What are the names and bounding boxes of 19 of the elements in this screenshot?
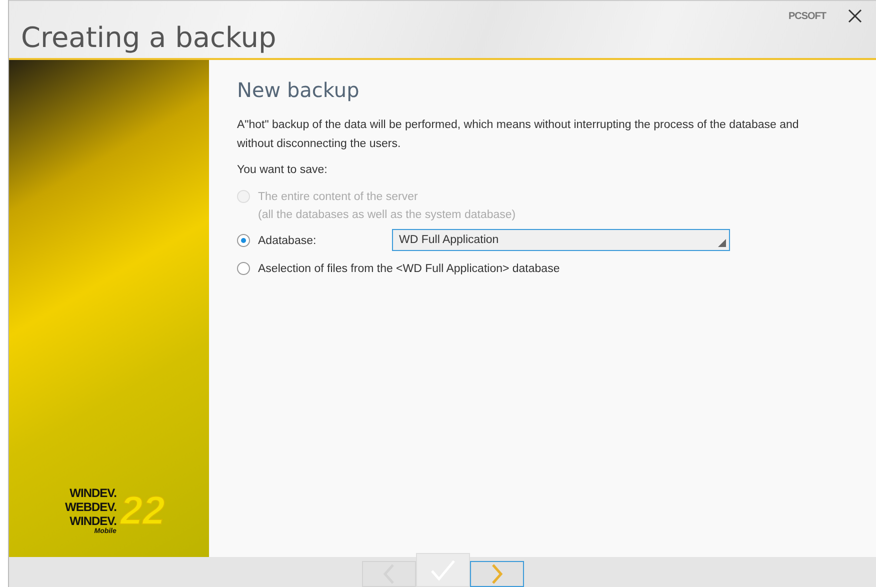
window-title: Creating a backup — [21, 21, 276, 56]
dropdown-arrow-icon — [718, 239, 726, 247]
chevron-right-icon — [490, 564, 502, 584]
option-label: Adatabase: — [258, 234, 318, 249]
prompt-text: You want to save: — [237, 164, 328, 176]
product-name: WINDEV. — [70, 486, 116, 500]
page-heading: New backup — [237, 78, 360, 102]
option-note: (all the databases as well as the system database) — [258, 208, 516, 223]
description-text: A"hot" backup of the data will be performed, which means without interrupting the process of the database and without disconnecting the users. — [237, 118, 800, 152]
product-name: WINDEV. — [70, 514, 116, 528]
database-dropdown[interactable]: WD Full Application — [392, 229, 730, 251]
option-label: Aselection of files from the <WD Full Application> database — [258, 262, 560, 277]
option-label: The entire content of the server — [258, 190, 419, 205]
brand-logo: PCSOFT — [788, 10, 826, 22]
next-button[interactable] — [470, 561, 524, 587]
radio-button[interactable] — [237, 262, 250, 275]
radio-button[interactable] — [237, 234, 250, 247]
product-name: WEBDEV. — [65, 500, 116, 514]
close-icon[interactable] — [848, 9, 862, 23]
